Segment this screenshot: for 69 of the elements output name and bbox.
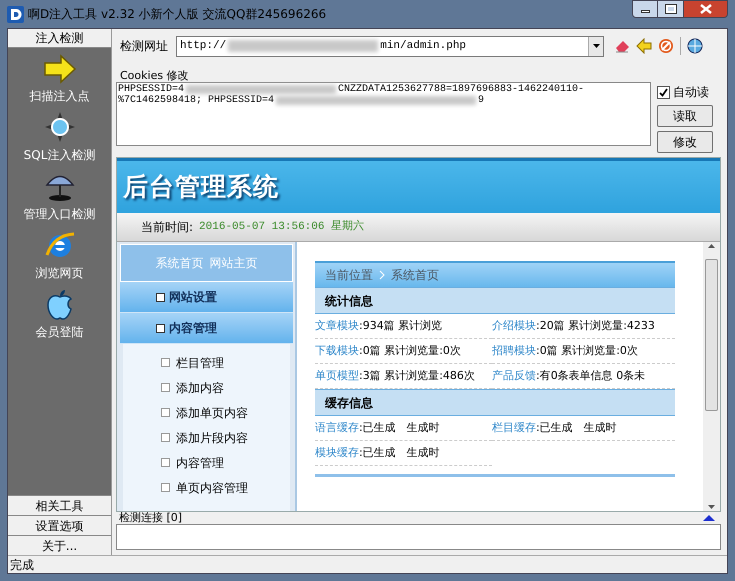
log-label: 检测连接 [0] <box>119 512 182 524</box>
scroll-down-icon[interactable] <box>708 505 715 509</box>
breadcrumb-current: 系统首页 <box>391 267 439 284</box>
nav-item[interactable]: 栏目管理 <box>161 350 290 375</box>
stat-text: 模块缓存:已生成 生成时 <box>315 441 492 466</box>
minimize-button[interactable] <box>632 0 658 18</box>
expand-box-icon <box>161 408 170 417</box>
nav-item[interactable]: 添加片段内容 <box>161 425 290 450</box>
sidebar-button[interactable]: 设置选项 <box>8 515 111 535</box>
globe-icon[interactable] <box>687 38 703 54</box>
cookies-label: Cookies 修改 <box>120 69 189 82</box>
sidebar-item[interactable]: 会员登陆 <box>10 288 110 341</box>
cookie-button[interactable]: 读取 <box>657 105 713 127</box>
stat-text: 栏目缓存:已生成 生成时 <box>492 416 675 441</box>
expand-box-icon <box>161 383 170 392</box>
breadcrumb-label: 当前位置 <box>325 267 373 284</box>
stat-text: 文章模块:934篇 累计浏览 <box>315 314 492 339</box>
auto-read-checkbox[interactable]: 自动读 <box>657 83 713 101</box>
compass-icon <box>44 111 76 143</box>
sidebar-item[interactable]: 扫描注入点 <box>10 54 110 105</box>
url-combo-field[interactable]: http:// min/admin.php <box>176 36 604 56</box>
stat-text: 语言缓存:已生成 生成时 <box>315 416 492 441</box>
sidebar-item[interactable]: 管理入口检测 <box>10 170 110 223</box>
nav-section[interactable]: 内容管理 <box>120 313 293 344</box>
nav-item[interactable]: 添加单页内容 <box>161 400 290 425</box>
nav-section[interactable]: 网站设置 <box>120 282 293 313</box>
stat-text: 下载模块:0篇 累计浏览量:0次 <box>315 339 492 364</box>
cookie-button[interactable]: 修改 <box>657 131 713 153</box>
expand-box-icon <box>161 433 170 442</box>
expand-box-icon <box>161 483 170 492</box>
expand-box-icon <box>156 292 165 302</box>
arrow-icon <box>42 54 76 84</box>
apple-icon <box>44 288 74 320</box>
cookies-textarea[interactable]: PHPSESSID=4 CNZZDATA1253627788=1897696883-1462240110- %7C1462598418; PHPSESSID=4 9 <box>116 82 651 146</box>
nav-item[interactable]: 单页内容管理 <box>161 475 290 500</box>
nav-item[interactable]: 添加内容 <box>161 375 290 400</box>
stat-text: 介绍模块:20篇 累计浏览量:4233 <box>492 314 675 339</box>
scrollbar-thumb[interactable] <box>705 259 718 411</box>
back-arrow-icon[interactable] <box>636 38 652 54</box>
time-label: 当前时间: <box>141 219 194 236</box>
section-header: 缓存信息 <box>315 389 675 416</box>
sidebar-item[interactable]: SQL注入检测 <box>10 111 110 164</box>
log-textbox[interactable] <box>116 524 721 550</box>
banner-title: 后台管理系统 <box>123 171 279 204</box>
collapse-triangle-icon[interactable] <box>703 515 715 521</box>
sidebar-button[interactable]: 相关工具 <box>8 495 111 515</box>
close-button[interactable] <box>684 0 728 18</box>
stop-icon[interactable] <box>658 38 674 54</box>
close-icon <box>700 4 712 14</box>
expand-box-icon <box>161 458 170 467</box>
maximize-button[interactable] <box>658 0 684 18</box>
sidebar-button[interactable]: 关于... <box>8 535 111 555</box>
window-title: 啊D注入工具 v2.32 小新个人版 交流QQ群245696266 <box>28 6 326 23</box>
app-logo-icon <box>7 6 24 22</box>
expand-box-icon <box>161 358 170 367</box>
section-header: 统计信息 <box>315 287 675 314</box>
scroll-up-icon[interactable] <box>708 244 715 248</box>
url-label: 检测网址 <box>120 38 168 55</box>
eraser-icon[interactable] <box>614 38 630 54</box>
checkmark-icon <box>659 88 668 96</box>
expand-box-icon <box>156 324 165 332</box>
time-value: 2016-05-07 13:56:06 星期六 <box>199 218 364 235</box>
nav-item[interactable]: 内容管理 <box>161 450 290 475</box>
status-text: 完成 <box>10 556 34 574</box>
sidebar-tab[interactable]: 注入检测 <box>8 29 111 48</box>
stat-text: 招聘模块:0篇 累计浏览量:0次 <box>492 339 675 364</box>
sidebar-item[interactable]: 浏览网页 <box>10 229 110 282</box>
scrollbar[interactable] <box>703 242 720 511</box>
chevron-icon <box>379 270 385 280</box>
